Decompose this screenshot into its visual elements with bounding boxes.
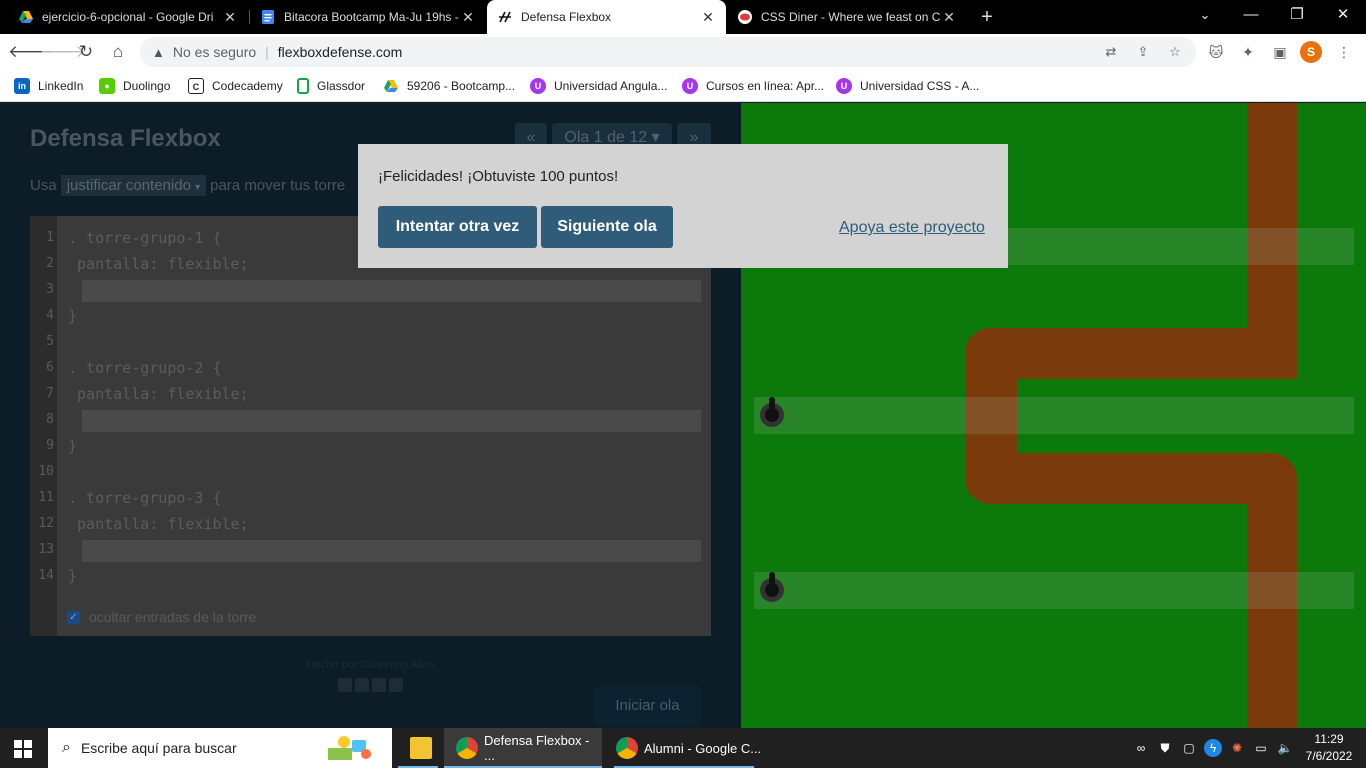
bookmark-codecademy[interactable]: C Codecademy <box>188 76 283 96</box>
forward-button[interactable]: 🡒 <box>40 38 86 66</box>
clock-time: 11:29 <box>1314 732 1344 746</box>
clock-date: 7/6/2022 <box>1305 749 1353 763</box>
volume-icon[interactable]: 🔈 <box>1276 739 1294 757</box>
network-icon[interactable]: ▭ <box>1252 739 1270 757</box>
address-bar[interactable]: ▲ No es seguro | flexboxdefense.com ⇄ ⇪ … <box>140 37 1196 67</box>
menu-kebab-icon[interactable]: ⋮ <box>1332 40 1356 64</box>
tab-bitacora[interactable]: Bitacora Bootcamp Ma-Ju 19hs - ✕ <box>250 0 486 34</box>
taskbar-clock[interactable]: 11:29 7/6/2022 <box>1300 731 1358 765</box>
chrome-icon <box>456 737 478 759</box>
tower-lane-2 <box>754 397 1354 434</box>
udemy-icon: U <box>530 78 546 94</box>
success-modal: ¡Felicidades! ¡Obtuviste 100 puntos! Int… <box>358 144 1008 268</box>
bolt-icon[interactable]: ϟ <box>1204 739 1222 757</box>
google-drive-icon <box>19 11 33 23</box>
taskbar-app-label: Defensa Flexbox - ... <box>484 733 590 763</box>
bookmark-label: LinkedIn <box>38 79 84 93</box>
tab-strip: ejercicio-6-opcional - Google Dri ✕ Bita… <box>0 0 1366 34</box>
tab-title: ejercicio-6-opcional - Google Dri <box>42 10 214 24</box>
bookmark-label: Duolingo <box>123 79 171 93</box>
retry-button[interactable]: Intentar otra vez <box>378 206 537 248</box>
bookmark-star-icon[interactable]: ☆ <box>1164 41 1186 63</box>
duolingo-icon: ● <box>99 78 115 94</box>
tower-icon <box>760 572 784 602</box>
close-tab-icon[interactable]: ✕ <box>460 9 476 26</box>
bookmark-cursos-en-linea[interactable]: U Cursos en línea: Apr... <box>682 76 824 96</box>
taskbar-chrome-flexbox[interactable]: Defensa Flexbox - ... <box>444 728 602 768</box>
search-icon: ⌕ <box>62 739 71 756</box>
file-explorer-icon <box>410 737 432 759</box>
glassdoor-icon <box>297 78 309 94</box>
profile-avatar[interactable]: S <box>1300 41 1322 63</box>
windows-taskbar: ⌕ Escribe aquí para buscar Defensa Flexb… <box>0 728 1366 768</box>
taskbar-app-label: Alumni - Google C... <box>644 740 762 756</box>
codecademy-icon: C <box>188 78 204 94</box>
success-message: ¡Felicidades! ¡Obtuviste 100 puntos! <box>378 168 619 185</box>
css-diner-icon <box>738 10 752 24</box>
bookmark-label: Glassdor <box>317 79 366 93</box>
meet-icon[interactable]: ▢ <box>1180 739 1198 757</box>
taskbar-chrome-alumni[interactable]: Alumni - Google C... <box>604 728 762 768</box>
bookmark-universidad-angular[interactable]: U Universidad Angula... <box>530 76 667 96</box>
warning-icon: ▲ <box>152 44 165 60</box>
tower-icon <box>760 397 784 427</box>
app-tray-icon[interactable]: ✺ <box>1228 739 1246 757</box>
udemy-icon: U <box>682 78 698 94</box>
bookmark-universidad-css[interactable]: U Universidad CSS - A... <box>836 76 979 96</box>
url-text: flexboxdefense.com <box>277 44 403 60</box>
bookmark-duolingo[interactable]: ● Duolingo <box>99 76 170 96</box>
search-highlight-icon <box>328 736 371 760</box>
divider: | <box>265 44 269 60</box>
restore-button[interactable]: ❐ <box>1274 0 1320 34</box>
tab-google-drive[interactable]: ejercicio-6-opcional - Google Dri ✕ <box>8 0 248 34</box>
tab-search-icon[interactable]: ⌄ <box>1182 0 1228 34</box>
tab-title: Defensa Flexbox <box>521 10 612 24</box>
close-tab-icon[interactable]: ✕ <box>222 9 238 26</box>
bookmark-label: Universidad Angula... <box>554 79 668 93</box>
support-project-link[interactable]: Apoya este proyecto <box>839 219 985 237</box>
bookmark-label: Universidad CSS - A... <box>860 79 980 93</box>
udemy-icon: U <box>836 78 852 94</box>
new-tab-button[interactable]: + <box>976 4 998 30</box>
minimize-button[interactable]: — <box>1228 0 1274 34</box>
search-placeholder: Escribe aquí para buscar <box>80 740 237 756</box>
taskbar-file-explorer[interactable] <box>398 728 438 768</box>
taskbar-search[interactable]: ⌕ Escribe aquí para buscar <box>48 728 392 768</box>
chrome-icon <box>616 737 638 759</box>
tab-css-diner[interactable]: CSS Diner - Where we feast on CS ✕ <box>727 0 967 34</box>
tab-title: CSS Diner - Where we feast on CS <box>761 10 941 24</box>
windows-start-icon[interactable] <box>14 740 32 758</box>
bookmark-linkedin[interactable]: in LinkedIn <box>14 76 83 96</box>
bookmarks-bar: in LinkedIn ● Duolingo C Codecademy Glas… <box>0 70 1366 102</box>
security-shield-icon[interactable]: ⛊ <box>1156 739 1174 757</box>
bookmark-glassdoor[interactable]: Glassdor <box>297 76 365 96</box>
tab-defensa-flexbox[interactable]: Defensa Flexbox ✕ <box>487 0 726 34</box>
bookmark-label: Cursos en línea: Apr... <box>706 79 825 93</box>
bookmark-bootcamp[interactable]: 59206 - Bootcamp... <box>383 76 515 96</box>
translate-icon[interactable]: ⇄ <box>1100 41 1122 63</box>
link-icon[interactable]: ∞ <box>1132 739 1150 757</box>
google-drive-icon <box>384 80 398 92</box>
reload-button[interactable]: ↻ <box>72 38 100 66</box>
next-wave-button[interactable]: Siguiente ola <box>541 206 673 248</box>
browser-toolbar: 🡐 🡒 ↻ ⌂ ▲ No es seguro | flexboxdefense.… <box>0 34 1366 70</box>
tab-title: Bitacora Bootcamp Ma-Ju 19hs - <box>284 10 459 24</box>
close-window-button[interactable]: ✕ <box>1320 0 1366 34</box>
security-label: No es seguro <box>172 44 257 60</box>
bookmark-label: 59206 - Bootcamp... <box>407 79 516 93</box>
page-content: Defensa Flexbox « Ola 1 de 12 ▾ » Usa jus… <box>0 103 1366 728</box>
extension-cat-icon[interactable]: 🐱 <box>1204 40 1228 64</box>
bookmark-label: Codecademy <box>212 79 283 93</box>
flexbox-defense-icon <box>499 11 511 23</box>
close-tab-icon[interactable]: ✕ <box>941 9 957 26</box>
extensions-puzzle-icon[interactable]: ✦ <box>1236 40 1260 64</box>
linkedin-icon: in <box>14 78 30 94</box>
side-panel-icon[interactable]: ▣ <box>1268 40 1292 64</box>
home-icon[interactable]: ⌂ <box>104 38 132 66</box>
share-icon[interactable]: ⇪ <box>1132 41 1154 63</box>
tower-lane-3 <box>754 572 1354 609</box>
google-docs-icon <box>262 10 274 24</box>
close-tab-icon[interactable]: ✕ <box>700 9 716 26</box>
back-button[interactable]: 🡐 <box>8 38 54 66</box>
